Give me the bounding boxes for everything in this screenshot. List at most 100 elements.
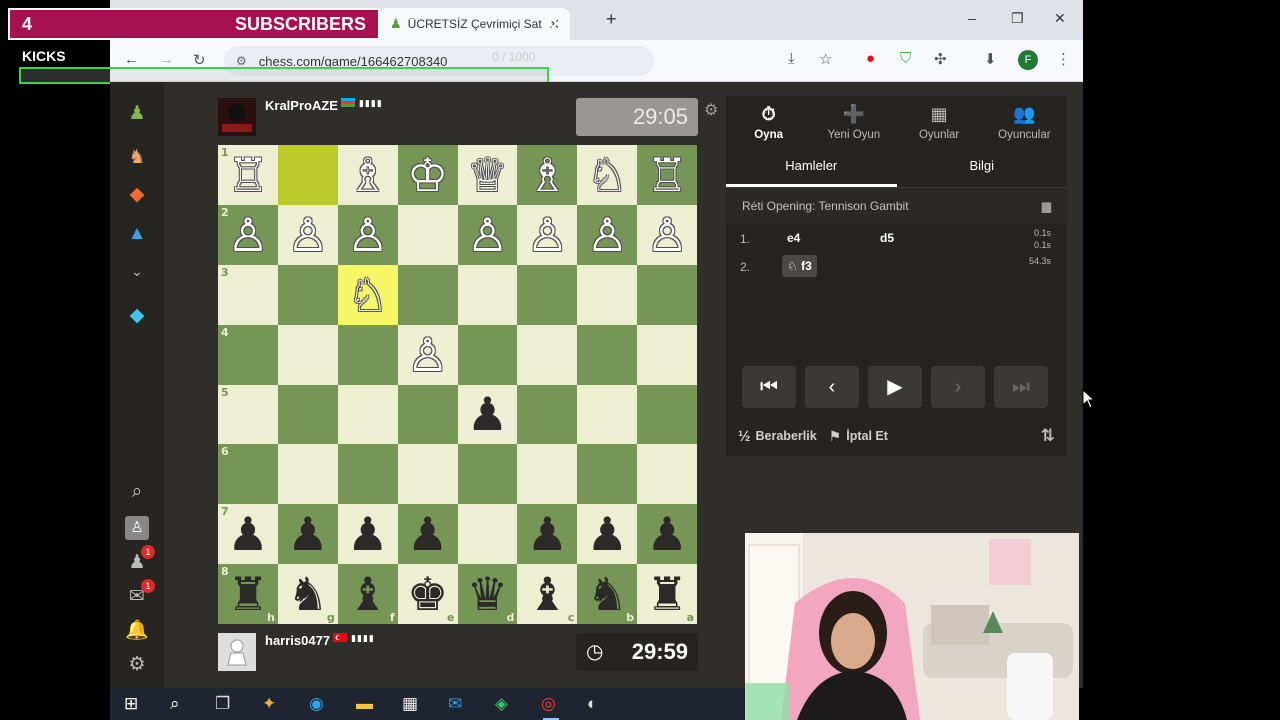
- board-square[interactable]: 1 ♖: [218, 145, 278, 205]
- settings-gear-icon[interactable]: ⚙: [125, 653, 149, 677]
- black-piece[interactable]: ♟: [347, 511, 388, 557]
- board-square[interactable]: ♟: [397, 504, 458, 565]
- learn-icon[interactable]: ◆: [125, 183, 149, 207]
- board-square[interactable]: ♘: [577, 145, 638, 205]
- board-square[interactable]: e ♚: [397, 564, 458, 624]
- board-square[interactable]: g ♞: [277, 564, 338, 624]
- board-square[interactable]: ♖: [637, 145, 697, 205]
- board-square[interactable]: ♟: [277, 504, 338, 565]
- white-piece[interactable]: ♗: [527, 152, 568, 198]
- board-square[interactable]: [337, 384, 398, 445]
- board-square[interactable]: [337, 444, 398, 505]
- board-square[interactable]: ♟: [517, 504, 578, 565]
- black-piece[interactable]: ♝: [347, 571, 388, 617]
- board-square[interactable]: [517, 264, 578, 325]
- board-square[interactable]: ♙: [277, 204, 338, 265]
- board-square[interactable]: 6: [218, 444, 278, 505]
- white-piece[interactable]: ♖: [646, 152, 687, 198]
- board-square[interactable]: 7 ♟: [218, 504, 278, 565]
- board-square[interactable]: [277, 145, 338, 205]
- opening-name[interactable]: Réti Opening: Tennison Gambit: [742, 199, 909, 213]
- tab-moves[interactable]: Hamleler: [726, 148, 897, 187]
- user-avatar-icon[interactable]: ♙: [125, 516, 149, 540]
- board-square[interactable]: [277, 264, 338, 325]
- last-move-button[interactable]: ⏭: [994, 366, 1048, 408]
- board-square[interactable]: a ♜: [637, 564, 697, 624]
- abort-button[interactable]: ⚑ İptal Et: [829, 428, 888, 445]
- chrome-icon[interactable]: ◎: [541, 694, 559, 720]
- white-piece[interactable]: ♙: [227, 212, 268, 258]
- board-square[interactable]: [637, 444, 697, 505]
- white-piece[interactable]: ♙: [646, 212, 687, 258]
- white-piece[interactable]: ♔: [407, 152, 448, 198]
- board-square[interactable]: 3: [218, 264, 278, 325]
- white-piece[interactable]: ♘: [347, 272, 388, 318]
- board-square[interactable]: ♙: [397, 324, 458, 385]
- mail-icon[interactable]: ✉: [448, 694, 462, 714]
- board-square[interactable]: 8 h ♜: [218, 564, 278, 624]
- maximize-icon[interactable]: ❐: [1011, 10, 1024, 27]
- profile-avatar[interactable]: F: [1018, 50, 1038, 70]
- board-square[interactable]: 4: [218, 324, 278, 385]
- previous-move-button[interactable]: ‹: [805, 366, 859, 408]
- minimize-icon[interactable]: –: [968, 10, 976, 26]
- black-piece[interactable]: ♟: [467, 391, 508, 437]
- black-piece[interactable]: ♜: [227, 571, 268, 617]
- back-icon[interactable]: ←: [124, 51, 139, 68]
- board-square[interactable]: [457, 504, 518, 565]
- chess-logo-icon[interactable]: ♟: [125, 102, 149, 126]
- book-icon[interactable]: ▆: [1042, 199, 1051, 213]
- player-avatar[interactable]: [218, 633, 256, 671]
- black-piece[interactable]: ♟: [527, 511, 568, 557]
- white-piece[interactable]: ♙: [587, 212, 628, 258]
- board-square[interactable]: [277, 384, 338, 445]
- black-piece[interactable]: ♝: [527, 571, 568, 617]
- obs-icon[interactable]: ◐: [587, 694, 597, 714]
- white-piece[interactable]: ♙: [467, 212, 508, 258]
- task-view-icon[interactable]: ❐: [215, 694, 230, 714]
- board-square[interactable]: ♙: [337, 204, 398, 265]
- draw-button[interactable]: ½ Beraberlik: [738, 428, 817, 445]
- puzzles-icon[interactable]: ♞: [125, 146, 149, 170]
- board-square[interactable]: [637, 264, 697, 325]
- white-piece[interactable]: ♙: [527, 212, 568, 258]
- board-square[interactable]: ♗: [517, 145, 578, 205]
- white-piece[interactable]: ♕: [467, 152, 508, 198]
- board-square[interactable]: [397, 444, 458, 505]
- notifications-bell-icon[interactable]: 🔔: [125, 619, 149, 643]
- white-piece[interactable]: ♙: [407, 332, 448, 378]
- board-square[interactable]: [457, 444, 518, 505]
- white-piece[interactable]: ♖: [227, 152, 268, 198]
- black-piece[interactable]: ♞: [287, 571, 328, 617]
- board-square[interactable]: [277, 444, 338, 505]
- board-square[interactable]: ♟: [637, 504, 697, 565]
- diamond-icon[interactable]: ◆: [125, 304, 149, 328]
- board-square[interactable]: [397, 264, 458, 325]
- board-square[interactable]: c ♝: [517, 564, 578, 624]
- board-square[interactable]: ♔: [397, 145, 458, 205]
- black-piece[interactable]: ♜: [646, 571, 687, 617]
- white-piece[interactable]: ♘: [587, 152, 628, 198]
- file-explorer-folder-icon[interactable]: ▬: [356, 694, 373, 714]
- extensions-puzzle-icon[interactable]: ✣: [934, 50, 947, 68]
- board-square[interactable]: ♟: [457, 384, 518, 445]
- black-piece[interactable]: ♚: [407, 571, 448, 617]
- white-move[interactable]: e4: [782, 227, 805, 249]
- store-icon[interactable]: ▦: [402, 694, 418, 714]
- tab-play[interactable]: ⏱ Oyna: [726, 96, 811, 148]
- app-green-icon[interactable]: ◈: [495, 694, 508, 714]
- site-info-icon[interactable]: ⚙: [236, 54, 247, 68]
- install-app-icon[interactable]: ⤓: [788, 50, 795, 67]
- new-tab-icon[interactable]: +: [606, 9, 617, 30]
- chess-board[interactable]: 1 ♖ ♗ ♔ ♕ ♗ ♘ ♖ 2 ♙ ♙ ♙ ♙ ♙ ♙ ♙ 3 ♘ 4 ♙ 5 ♟ 6 7 ♟ ♟ ♟ ♟ ♟ ♟ ♟ 8 h ♜ g ♞ f ♝ e ♚…: [218, 145, 697, 624]
- white-move[interactable]: ♘ f3: [782, 255, 817, 277]
- tab-games[interactable]: ▦ Oyunlar: [897, 96, 982, 148]
- bookmark-star-icon[interactable]: ☆: [819, 50, 832, 68]
- edge-browser-icon[interactable]: ◉: [309, 694, 324, 714]
- board-square[interactable]: [517, 444, 578, 505]
- close-window-icon[interactable]: ✕: [1054, 10, 1066, 27]
- board-square[interactable]: ♙: [517, 204, 578, 265]
- tab-new-game[interactable]: ➕ Yeni Oyun: [811, 96, 896, 148]
- board-square[interactable]: [397, 384, 458, 445]
- white-piece[interactable]: ♙: [287, 212, 328, 258]
